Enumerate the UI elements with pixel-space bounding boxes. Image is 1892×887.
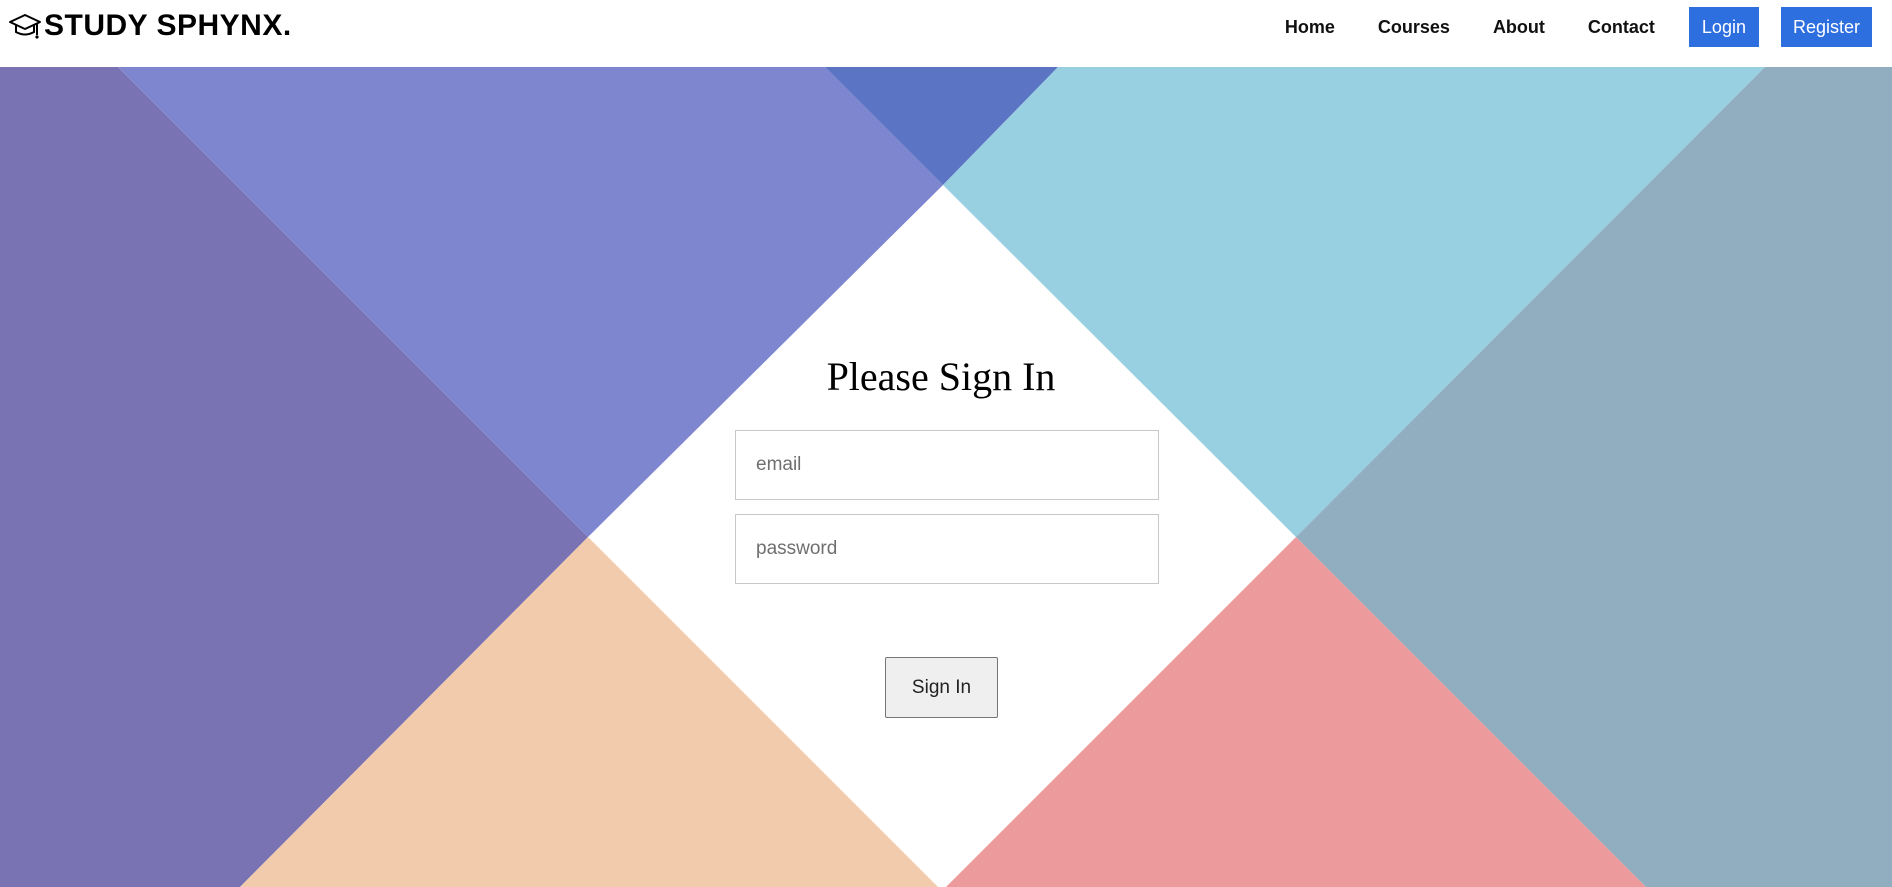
brand-name: STUDY SPHYNX. bbox=[44, 9, 292, 42]
register-button[interactable]: Register bbox=[1780, 7, 1872, 47]
nav-link-contact[interactable]: Contact bbox=[1588, 17, 1655, 38]
sign-in-button[interactable]: Sign In bbox=[885, 657, 998, 718]
login-button[interactable]: Login bbox=[1688, 7, 1759, 47]
nav-link-about[interactable]: About bbox=[1493, 17, 1545, 38]
signin-title: Please Sign In bbox=[826, 354, 1056, 399]
top-navbar: STUDY SPHYNX. Home Courses About Contact… bbox=[0, 0, 1892, 67]
email-field[interactable] bbox=[735, 430, 1159, 500]
nav-link-home[interactable]: Home bbox=[1285, 17, 1335, 38]
password-field[interactable] bbox=[735, 514, 1159, 584]
nav-links: Home Courses About Contact Login Registe… bbox=[1285, 7, 1872, 47]
nav-link-courses[interactable]: Courses bbox=[1378, 17, 1450, 38]
graduation-cap-icon bbox=[8, 11, 42, 41]
brand[interactable]: STUDY SPHYNX. bbox=[8, 8, 292, 44]
